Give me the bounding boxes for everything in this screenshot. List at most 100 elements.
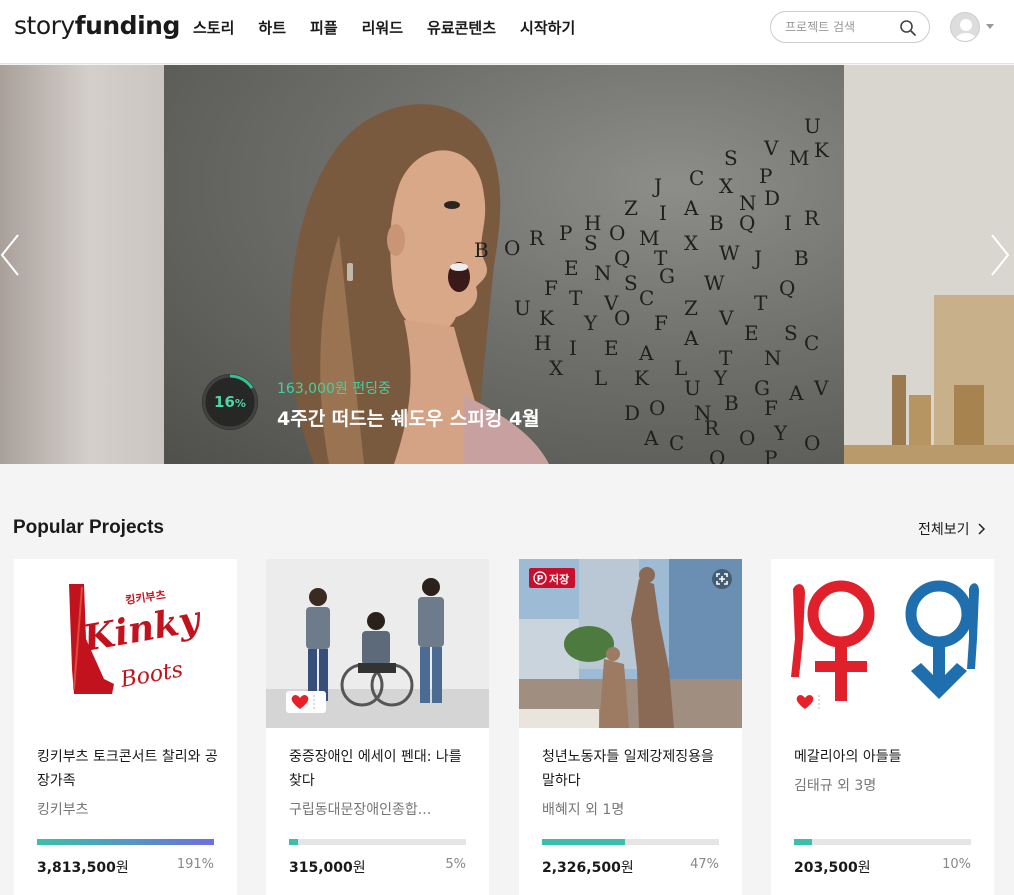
funding-progress-bar bbox=[542, 839, 719, 845]
svg-text:Q: Q bbox=[709, 446, 725, 464]
svg-text:C: C bbox=[639, 286, 654, 310]
pinterest-save-button[interactable]: P 저장 bbox=[529, 568, 575, 588]
svg-text:K: K bbox=[539, 306, 555, 330]
pinterest-icon: P bbox=[533, 571, 547, 585]
svg-text:R: R bbox=[529, 226, 545, 250]
funding-progress-bar bbox=[289, 839, 466, 845]
svg-text:Q: Q bbox=[614, 246, 630, 270]
funding-amount: 203,500원 bbox=[794, 857, 871, 877]
nav-item-story[interactable]: 스토리 bbox=[193, 17, 234, 38]
funding-amount-value: 2,326,500 bbox=[542, 860, 621, 876]
nav-item-paid-content[interactable]: 유료콘텐츠 bbox=[427, 17, 496, 38]
svg-text:P: P bbox=[559, 221, 572, 245]
svg-text:Y: Y bbox=[713, 366, 728, 390]
svg-text:F: F bbox=[544, 276, 558, 300]
nav-item-start[interactable]: 시작하기 bbox=[520, 17, 575, 38]
svg-text:S: S bbox=[584, 231, 598, 255]
poster-title-main: Kinky bbox=[79, 598, 205, 660]
hero-carousel: UVMK SPCX JAND ZIMB QIR HOSQ TXWJB PROB … bbox=[0, 65, 1014, 464]
svg-text:Y: Y bbox=[773, 421, 788, 445]
svg-text:Y: Y bbox=[583, 311, 598, 335]
svg-text:C: C bbox=[669, 431, 684, 455]
svg-text:U: U bbox=[684, 376, 701, 400]
svg-text:G: G bbox=[659, 264, 675, 288]
funding-amount-value: 203,500 bbox=[794, 860, 858, 876]
svg-text:C: C bbox=[689, 166, 704, 190]
see-all-link[interactable]: 전체보기 bbox=[918, 519, 986, 539]
project-title: 메갈리아의 아들들 bbox=[794, 749, 902, 765]
nav-item-reward[interactable]: 리워드 bbox=[362, 17, 403, 38]
svg-text:S: S bbox=[624, 271, 638, 295]
project-search bbox=[770, 11, 930, 43]
user-avatar[interactable] bbox=[950, 12, 980, 42]
svg-text:X: X bbox=[549, 356, 564, 380]
svg-text:N: N bbox=[764, 346, 782, 370]
svg-text:K: K bbox=[634, 366, 650, 390]
project-card[interactable]: 중증장애인 에세이 펜대: 나를 찾다 구립동대문장애인종합... 315,00… bbox=[266, 559, 489, 895]
hero-project-title[interactable]: 4주간 떠드는 쉐도우 스피킹 4월 bbox=[277, 404, 540, 431]
svg-text:O: O bbox=[649, 396, 665, 420]
svg-text:E: E bbox=[564, 256, 579, 280]
svg-text:A: A bbox=[683, 196, 699, 220]
project-thumbnail bbox=[771, 559, 994, 728]
nav-item-heart[interactable]: 하트 bbox=[258, 17, 286, 38]
project-author: 킹키부츠 bbox=[37, 802, 89, 818]
svg-text:A: A bbox=[638, 341, 654, 365]
poster-title-sub: Boots bbox=[118, 657, 185, 693]
svg-text:B: B bbox=[794, 246, 809, 270]
svg-text:M: M bbox=[789, 146, 809, 170]
funding-amount: 2,326,500원 bbox=[542, 857, 634, 877]
project-author: 김태규 외 3명 bbox=[794, 778, 877, 794]
svg-text:O: O bbox=[739, 426, 755, 450]
project-title: 킹키부츠 토크콘서트 찰리와 공장가족 bbox=[37, 749, 218, 789]
heart-icon bbox=[796, 694, 820, 709]
svg-text:A: A bbox=[683, 326, 699, 350]
project-card[interactable]: 킹키부츠 Kinky Boots 킹키부츠 토크콘서트 찰리와 공장가족 킹키부… bbox=[14, 559, 237, 895]
svg-text:T: T bbox=[569, 286, 583, 310]
storyfunding-logo[interactable]: storyfunding bbox=[14, 11, 180, 40]
main-nav: 스토리 하트 피플 리워드 유료콘텐츠 시작하기 bbox=[193, 17, 575, 38]
funding-progress-bar bbox=[794, 839, 971, 845]
funding-percent: 5% bbox=[445, 857, 466, 872]
logo-part-story: story bbox=[14, 11, 75, 40]
svg-text:Z: Z bbox=[624, 196, 638, 220]
funding-percent-value: 16 bbox=[214, 393, 235, 411]
svg-text:B: B bbox=[474, 238, 489, 262]
heart-badge[interactable] bbox=[791, 691, 831, 713]
svg-text:P: P bbox=[759, 164, 772, 188]
project-thumbnail bbox=[266, 559, 489, 728]
svg-text:I: I bbox=[659, 201, 667, 225]
heart-badge[interactable] bbox=[286, 691, 326, 713]
project-card[interactable]: P 저장 청년노동자들 일제강제징용을 말하다 배혜지 외 1명 2,326,5… bbox=[519, 559, 742, 895]
section-title: Popular Projects bbox=[13, 517, 164, 538]
nav-item-people[interactable]: 피플 bbox=[310, 17, 338, 38]
project-author: 구립동대문장애인종합... bbox=[289, 802, 432, 818]
carousel-next-arrow-icon[interactable] bbox=[984, 230, 1014, 280]
expand-icon[interactable] bbox=[711, 568, 733, 590]
svg-text:C: C bbox=[804, 331, 819, 355]
carousel-prev-arrow-icon[interactable] bbox=[0, 230, 26, 280]
svg-text:E: E bbox=[744, 321, 759, 345]
funding-progress-fill bbox=[289, 839, 298, 845]
project-author: 배혜지 외 1명 bbox=[542, 802, 625, 818]
funding-percent: 191% bbox=[176, 857, 214, 872]
svg-text:S: S bbox=[724, 146, 738, 170]
svg-text:R: R bbox=[704, 416, 720, 440]
chevron-down-icon[interactable] bbox=[986, 24, 994, 29]
funding-percent: 10% bbox=[942, 857, 971, 872]
top-header: storyfunding 스토리 하트 피플 리워드 유료콘텐츠 시작하기 bbox=[0, 0, 1014, 64]
project-card[interactable]: 메갈리아의 아들들 김태규 외 3명 203,500원 10% bbox=[771, 559, 994, 895]
heart-icon bbox=[291, 694, 315, 709]
funding-amount: 315,000원 bbox=[289, 857, 366, 877]
svg-text:V: V bbox=[718, 306, 734, 330]
svg-text:V: V bbox=[813, 376, 829, 400]
funding-currency: 원 bbox=[115, 860, 129, 876]
funding-progress-fill bbox=[542, 839, 626, 845]
search-input[interactable] bbox=[785, 18, 893, 36]
svg-text:T: T bbox=[754, 291, 768, 315]
see-all-label: 전체보기 bbox=[918, 522, 970, 538]
search-icon[interactable] bbox=[899, 19, 917, 37]
funding-progress-fill bbox=[794, 839, 812, 845]
svg-text:V: V bbox=[763, 136, 779, 160]
svg-text:L: L bbox=[594, 366, 607, 390]
